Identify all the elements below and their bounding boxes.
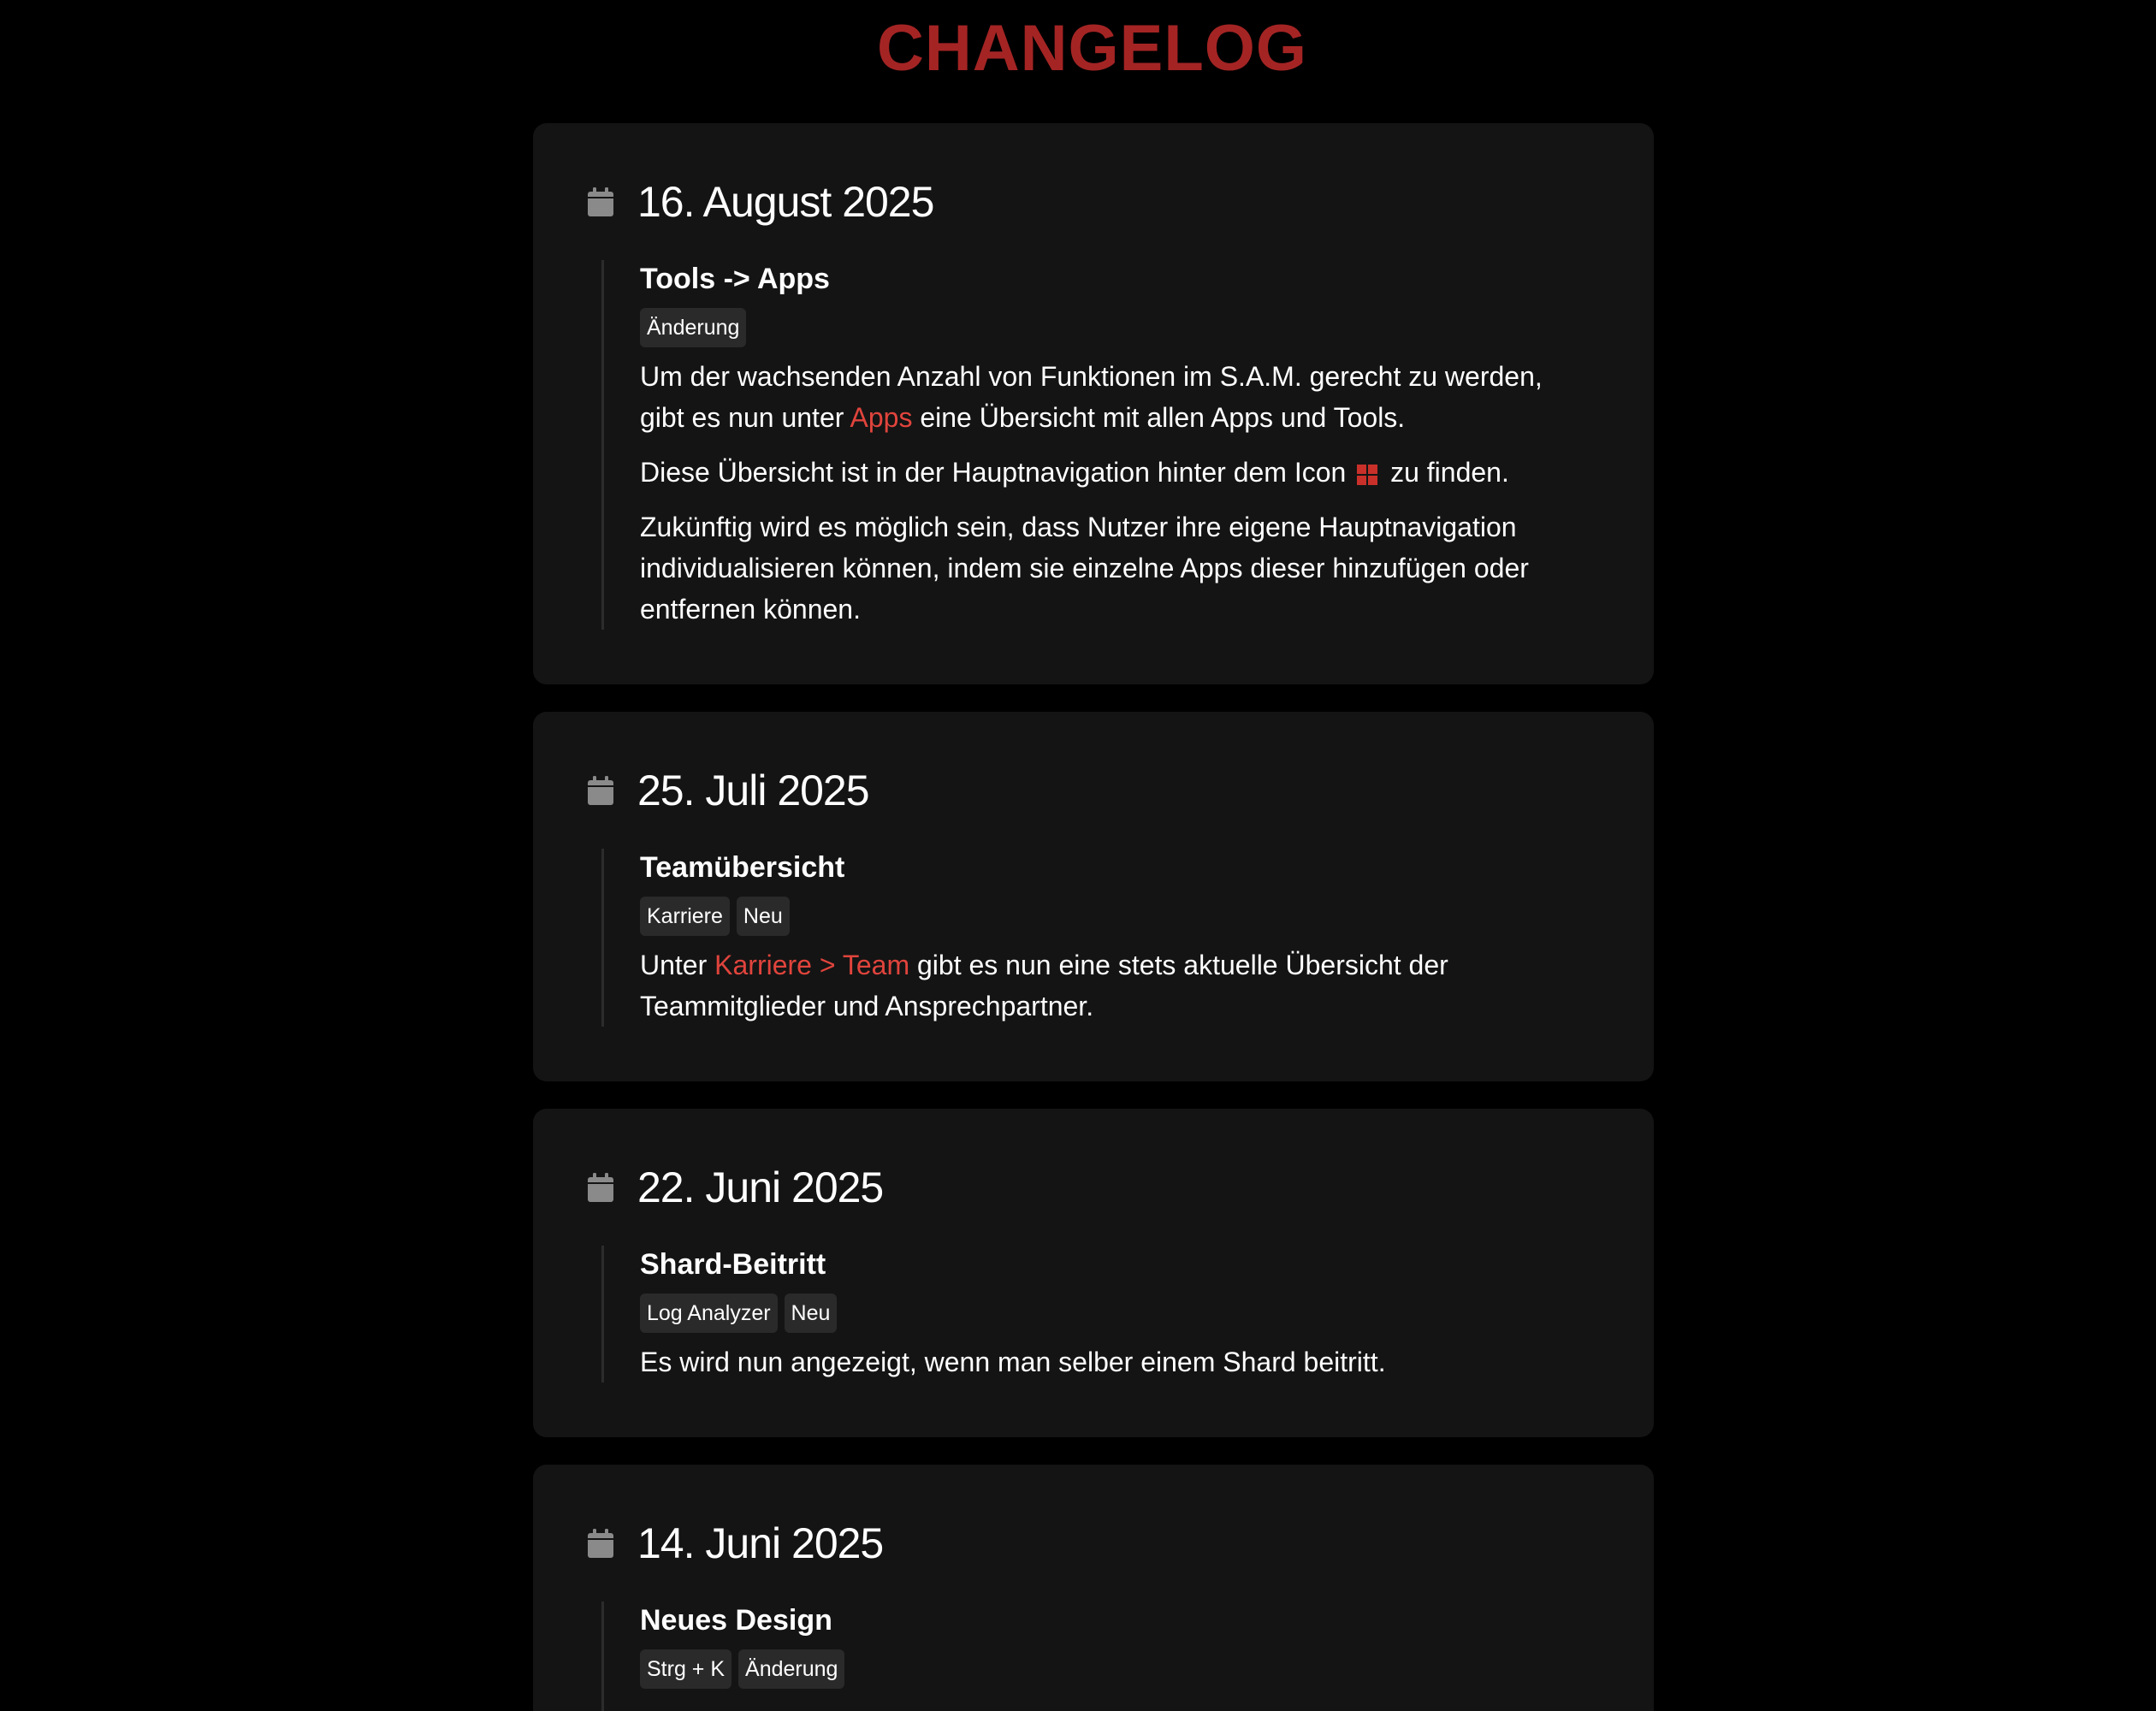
card-date-row: 16. August 2025 (588, 176, 934, 228)
entry-paragraph: Es wird nun angezeigt, wenn man selber e… (640, 1347, 1386, 1377)
calendar-icon (588, 1173, 613, 1202)
entry-title: Tools -> Apps (640, 263, 830, 295)
entry-paragraph: Um der wachsenden Anzahl von Funktionen … (640, 356, 1568, 438)
tag-list: Log Analyzer Neu (640, 1294, 1568, 1333)
entry-date: 14. Juni 2025 (637, 1519, 884, 1567)
tag-badge: Neu (736, 897, 790, 936)
tag-badge: Strg + K (640, 1649, 732, 1689)
changelog-entry: Tools -> Apps Änderung Um der wachsenden… (601, 260, 1568, 630)
paragraph-text: eine Übersicht mit allen Apps und Tools. (912, 402, 1406, 433)
tag-list: Änderung (640, 308, 1568, 347)
calendar-icon (588, 776, 613, 805)
changelog-card: 14. Juni 2025 Neues Design Strg + K Ände… (533, 1465, 1654, 1711)
entry-date: 22. Juni 2025 (637, 1163, 884, 1211)
changelog-entry: Neues Design Strg + K Änderung (601, 1601, 1568, 1711)
paragraph-text: Diese Übersicht ist in der Hauptnavigati… (640, 457, 1354, 488)
apps-link[interactable]: Apps (850, 402, 913, 433)
calendar-icon (588, 187, 613, 216)
changelog-page: CHANGELOG 16. August 2025 Tools -> Apps … (0, 0, 2156, 1711)
entry-paragraph: Zukünftig wird es möglich sein, dass Nut… (640, 512, 1529, 625)
entry-date: 16. August 2025 (637, 178, 934, 226)
tag-badge: Karriere (640, 897, 730, 936)
entry-title: Teamübersicht (640, 851, 845, 884)
tag-badge: Änderung (640, 308, 747, 347)
entry-title: Shard-Beitritt (640, 1248, 826, 1281)
changelog-entry: Teamübersicht Karriere Neu Unter Karrier… (601, 849, 1568, 1027)
entry-paragraph: Diese Übersicht ist in der Hauptnavigati… (640, 452, 1568, 493)
calendar-icon (588, 1529, 613, 1558)
paragraph-text: zu finden. (1383, 457, 1509, 488)
tag-list: Strg + K Änderung (640, 1649, 1568, 1689)
tag-badge: Neu (784, 1294, 838, 1333)
card-date-row: 14. Juni 2025 (588, 1518, 884, 1569)
entry-date: 25. Juli 2025 (637, 767, 870, 814)
paragraph-text: Unter (640, 950, 715, 980)
changelog-card: 22. Juni 2025 Shard-Beitritt Log Analyze… (533, 1109, 1654, 1437)
karriere-team-link[interactable]: Karriere > Team (714, 950, 909, 980)
tag-badge: Log Analyzer (640, 1294, 778, 1333)
tag-list: Karriere Neu (640, 897, 1568, 936)
entry-paragraph: Unter Karriere > Team gibt es nun eine s… (640, 944, 1568, 1027)
card-date-row: 25. Juli 2025 (588, 765, 870, 816)
changelog-card: 25. Juli 2025 Teamübersicht Karriere Neu… (533, 712, 1654, 1081)
entry-title: Neues Design (640, 1604, 832, 1637)
card-date-row: 22. Juni 2025 (588, 1162, 884, 1213)
page-title: CHANGELOG (877, 12, 1307, 85)
changelog-card: 16. August 2025 Tools -> Apps Änderung U… (533, 123, 1654, 684)
tag-badge: Änderung (738, 1649, 845, 1689)
changelog-entry: Shard-Beitritt Log Analyzer Neu Es wird … (601, 1246, 1568, 1382)
grid-icon (1357, 455, 1378, 485)
